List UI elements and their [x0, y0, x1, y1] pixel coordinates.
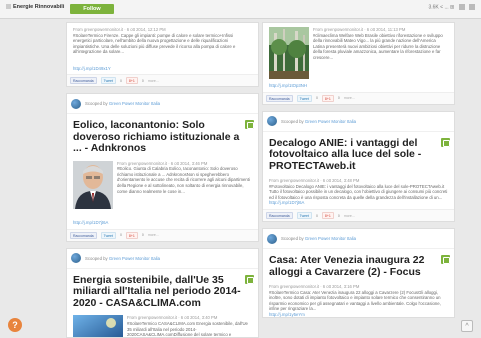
facebook-recommend-button[interactable]: Raccomanda — [266, 212, 293, 220]
share-bar: Raccomanda Tweet 0 8+1 0 more... — [263, 91, 454, 104]
post-thumbnail[interactable] — [269, 27, 309, 79]
scooped-by-row: Scooped by Green Power Monitor Italia — [67, 94, 258, 115]
post-title[interactable]: Eolico, laconantonio: Solo doveroso rich… — [67, 120, 258, 155]
post-card: From greenpowermonitor.it · 6 ott 2014, … — [262, 22, 455, 105]
curator-avatar[interactable] — [267, 116, 277, 127]
follow-button[interactable]: Follow — [70, 4, 114, 14]
tweet-button[interactable]: Tweet — [296, 94, 312, 102]
post-card: Scooped by Green Power Monitor Italia Ca… — [262, 228, 455, 319]
scooped-by-label: Scooped by — [85, 101, 108, 107]
scooped-by-label: Scooped by — [281, 236, 304, 242]
rescoop-icon[interactable] — [441, 137, 450, 147]
facebook-recommend-button[interactable]: Raccomanda — [266, 94, 293, 102]
google-plus-button[interactable]: 8+1 — [125, 77, 138, 85]
tweet-button[interactable]: Tweet — [100, 77, 116, 85]
tweet-count: 0 — [119, 233, 122, 238]
curator-avatar[interactable] — [71, 253, 81, 264]
tweet-count: 0 — [315, 213, 318, 218]
rescoop-icon[interactable] — [245, 120, 254, 130]
topic-thumbnail-icon — [6, 4, 11, 10]
curator-name[interactable]: Green Power Monitor Italia — [109, 256, 160, 261]
curator-avatar[interactable] — [71, 98, 81, 109]
post-excerpt: #SolareTermico Firenze. Cappe gli impian… — [73, 32, 236, 55]
tweet-button[interactable]: Tweet — [100, 231, 116, 239]
google-plus-button[interactable]: 8+1 — [125, 231, 138, 239]
share-icon[interactable] — [458, 4, 465, 10]
right-column: From greenpowermonitor.it · 6 ott 2014, … — [262, 22, 455, 324]
filter-icon[interactable] — [469, 4, 475, 10]
google-plus-button[interactable]: 8+1 — [321, 94, 334, 102]
google-plus-count: 0 — [337, 96, 340, 101]
post-link[interactable]: http://j.mp/1D49x1Y — [73, 66, 252, 72]
google-plus-count: 0 — [337, 213, 340, 218]
google-plus-button[interactable]: 8+1 — [321, 212, 334, 220]
tweet-button[interactable]: Tweet — [296, 212, 312, 220]
post-excerpt: #SolareTermico CASA&CLIMA.com Energia so… — [127, 320, 248, 338]
scooped-by-row: Scooped by Green Power Monitor Italia — [263, 229, 454, 250]
post-excerpt: #climaeclima Welfare Web Brasile obietti… — [313, 32, 443, 60]
scooped-by-row: Scooped by Green Power Monitor Italia — [263, 112, 454, 132]
facebook-recommend-button[interactable]: Raccomanda — [70, 77, 97, 85]
post-title[interactable]: Decalogo ANIE: i vantaggi del fotovoltai… — [263, 137, 454, 173]
rescoop-icon[interactable] — [245, 274, 254, 284]
post-link[interactable]: http://j.mp/1y5eYm — [269, 312, 448, 317]
post-card: Scooped by Green Power Monitor Italia De… — [262, 110, 455, 223]
help-button[interactable]: ? — [8, 318, 22, 332]
tweet-count: 0 — [119, 78, 122, 83]
more-share-link[interactable]: more... — [344, 96, 355, 100]
scooped-by-row: Scooped by Green Power Monitor Italia — [67, 249, 258, 269]
curator-avatar[interactable] — [267, 233, 277, 244]
google-plus-count: 0 — [141, 78, 144, 83]
post-title[interactable]: Casa: Ater Venezia inaugura 22 alloggi a… — [263, 254, 454, 278]
more-share-link[interactable]: more... — [148, 233, 159, 237]
post-link[interactable]: http://j.mp/1D7jt6A — [67, 220, 258, 229]
topic-toolbar: 3.6K < ... ⊞ — [428, 4, 475, 10]
post-link[interactable]: http://j.mp/1tOp3NH — [263, 83, 454, 92]
toolbar-stats: 3.6K < ... ⊞ — [428, 4, 455, 11]
post-card: Scooped by Green Power Monitor Italia En… — [66, 247, 259, 338]
post-title[interactable]: Energia sostenibile, dall'Ue 35 miliardi… — [67, 274, 258, 310]
post-excerpt: #Fotovoltaico Decalogo ANIE: i vantaggi … — [269, 183, 448, 200]
curator-name[interactable]: Green Power Monitor Italia — [109, 101, 160, 106]
share-bar: Raccomanda Tweet 0 8+1 0 more... — [67, 228, 258, 241]
scroll-to-top-button[interactable]: ^ — [461, 320, 473, 332]
post-excerpt: #Eolico. Giunta di Calabria Eolico, Iaco… — [117, 166, 250, 194]
rescoop-icon[interactable] — [441, 255, 450, 265]
post-card: Scooped by Green Power Monitor Italia Eo… — [66, 93, 259, 242]
more-share-link[interactable]: more... — [148, 79, 159, 83]
top-bar: Energie Rinnovabili Follow 3.6K < ... ⊞ — [0, 0, 481, 19]
tweet-count: 0 — [315, 96, 318, 101]
more-share-link[interactable]: more... — [344, 214, 355, 218]
curator-name[interactable]: Green Power Monitor Italia — [305, 236, 356, 241]
post-thumbnail[interactable] — [73, 315, 123, 338]
curator-name[interactable]: Green Power Monitor Italia — [305, 119, 356, 124]
post-thumbnail[interactable] — [73, 160, 113, 209]
google-plus-count: 0 — [141, 233, 144, 238]
share-bar: Raccomanda Tweet 0 8+1 0 more... — [263, 209, 454, 222]
facebook-recommend-button[interactable]: Raccomanda — [70, 231, 97, 239]
left-column: From greenpowermonitor.it · 6 ott 2014, … — [66, 22, 259, 338]
post-card: From greenpowermonitor.it · 6 ott 2014, … — [66, 22, 259, 88]
scooped-by-label: Scooped by — [281, 118, 304, 124]
post-link[interactable]: http://j.mp/1D7jt6A — [269, 200, 448, 206]
share-bar: Raccomanda Tweet 0 8+1 0 more... — [67, 74, 258, 87]
topic-title[interactable]: Energie Rinnovabili — [6, 4, 64, 10]
scooped-by-label: Scooped by — [85, 255, 108, 261]
post-excerpt: #SolareTermico Casa: Ater Venezia inaugu… — [269, 289, 441, 312]
